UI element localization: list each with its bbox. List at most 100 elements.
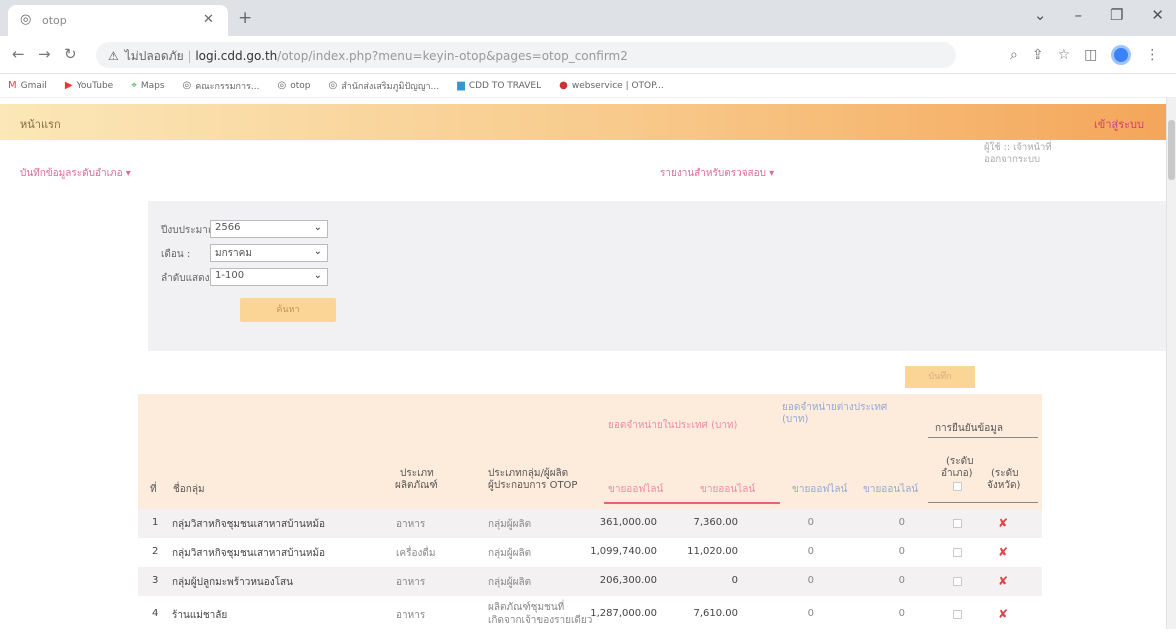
login-link[interactable]: เข้าสู่ระบบ xyxy=(1094,115,1144,133)
user-info: ผู้ใช้ :: เจ้าหน้าที่ ออกจากระบบ xyxy=(984,142,1104,166)
globe-icon: ◎ xyxy=(328,80,338,91)
header-confirm-amphoe: (ระดับ xyxy=(946,456,974,467)
window-controls: ⌄ – ❐ ✕ xyxy=(1034,6,1164,24)
bookmark-gmail[interactable]: M Gmail xyxy=(8,80,47,91)
browser-tab-strip: ◎ otop ✕ + ⌄ – ❐ ✕ xyxy=(0,0,1176,36)
address-bar-row: ← → ↻ ⚠ ไม่ปลอดภัย | logi.cdd.go.th/otop/… xyxy=(0,36,1176,74)
close-tab-icon[interactable]: ✕ xyxy=(203,12,214,27)
new-tab-icon[interactable]: + xyxy=(238,8,252,28)
cell-domestic-offline: 361,000.00 xyxy=(599,517,657,528)
star-icon[interactable]: ☆ xyxy=(1058,47,1071,63)
confirm-amphoe-checkbox[interactable] xyxy=(953,610,962,619)
header-abroad-offline: ขายออฟไลน์ xyxy=(792,484,848,495)
sidepanel-icon[interactable]: ◫ xyxy=(1084,47,1097,63)
save-button[interactable]: บันทึก xyxy=(905,366,975,388)
warning-icon: ⚠ xyxy=(108,49,119,63)
profile-avatar[interactable] xyxy=(1111,45,1132,65)
cell-domestic-offline: 1,099,740.00 xyxy=(590,546,657,557)
cell-entrepreneur: กลุ่มผู้ผลิต xyxy=(488,577,532,588)
url-path: /otop/index.php?menu=keyin-otop&pages=ot… xyxy=(277,49,628,63)
menu-record-amphoe[interactable]: บันทึกข้อมูลระดับอำเภอ ▾ xyxy=(20,166,131,181)
cell-domestic-online: 7,610.00 xyxy=(693,608,738,619)
header-confirm: การยืนยันข้อมูล xyxy=(935,423,1003,434)
confirm-underline xyxy=(928,502,1038,503)
bookmark-webservice[interactable]: ● webservice | OTOP... xyxy=(559,80,664,91)
confirm-amphoe-checkbox[interactable] xyxy=(953,519,962,528)
maps-icon: ⌖ xyxy=(131,80,137,91)
forward-arrow-icon[interactable]: → xyxy=(38,45,51,63)
more-menu-icon[interactable]: ⋮ xyxy=(1145,47,1159,63)
globe-icon: ● xyxy=(559,80,568,91)
reject-x-icon[interactable]: ✘ xyxy=(998,516,1008,530)
reject-x-icon[interactable]: ✘ xyxy=(998,607,1008,621)
bookmark-otop[interactable]: ◎ otop xyxy=(277,80,310,91)
home-link[interactable]: หน้าแรก xyxy=(20,115,61,133)
close-window-icon[interactable]: ✕ xyxy=(1151,6,1164,24)
bookmark-wisdom-office[interactable]: ◎ สำนักส่งเสริมภูมิปัญญา... xyxy=(328,79,439,93)
header-domestic-online: ขายออนไลน์ xyxy=(700,484,756,495)
confirm-amphoe-checkbox[interactable] xyxy=(953,577,962,586)
select-all-checkbox[interactable] xyxy=(953,482,962,491)
page-scrollbar[interactable] xyxy=(1166,98,1176,629)
header-domestic-offline: ขายออฟไลน์ xyxy=(608,484,664,495)
cell-abroad-offline: 0 xyxy=(807,608,814,619)
youtube-icon: ▶ xyxy=(64,80,73,91)
browser-tab[interactable]: ◎ otop ✕ xyxy=(8,5,228,36)
header-confirm-province: (ระดับ xyxy=(991,468,1019,479)
back-arrow-icon[interactable]: ← xyxy=(12,45,25,63)
header-sales-abroad: ยอดจำหน่ายต่างประเทศ xyxy=(782,402,888,413)
logout-link[interactable]: ออกจากระบบ xyxy=(984,154,1104,166)
bookmarks-bar: M Gmail ▶ YouTube ⌖ Maps ◎ คณะกรรมการ... ◎ ot… xyxy=(0,74,1176,98)
cell-abroad-offline: 0 xyxy=(807,546,814,557)
bookmark-cdd-travel[interactable]: ▆ CDD TO TRAVEL xyxy=(457,80,541,91)
globe-icon: ◎ xyxy=(182,80,192,91)
header-entrepreneur-2: ผู้ประกอบการ OTOP xyxy=(488,480,578,491)
folder-icon: ▆ xyxy=(457,80,465,91)
bookmark-maps[interactable]: ⌖ Maps xyxy=(131,80,164,91)
menu-reports[interactable]: รายงานสำหรับตรวจสอบ ▾ xyxy=(660,166,774,181)
url-field[interactable]: ⚠ ไม่ปลอดภัย | logi.cdd.go.th/otop/index.… xyxy=(96,42,956,68)
cell-abroad-online: 0 xyxy=(898,608,905,619)
cell-group: กลุ่มผู้ปลูกมะพร้าวหนองโสน xyxy=(172,577,293,588)
restore-icon[interactable]: ❐ xyxy=(1110,6,1123,24)
chevron-down-icon[interactable]: ⌄ xyxy=(1034,6,1047,24)
header-type-2: ผลิตภัณฑ์ xyxy=(395,480,438,491)
zoom-icon[interactable]: ⌕ xyxy=(1010,47,1018,63)
cell-abroad-online: 0 xyxy=(898,575,905,586)
chevron-down-icon: ⌄ xyxy=(313,270,322,281)
site-header: หน้าแรก เข้าสู่ระบบ xyxy=(0,104,1166,140)
reload-icon[interactable]: ↻ xyxy=(64,45,77,63)
bookmark-youtube[interactable]: ▶ YouTube xyxy=(65,80,113,91)
header-no: ที่ xyxy=(150,484,157,495)
domestic-underline xyxy=(604,502,780,504)
share-icon[interactable]: ⇪ xyxy=(1032,47,1044,63)
year-select[interactable]: 2566 ⌄ xyxy=(210,220,328,238)
month-select[interactable]: มกราคม ⌄ xyxy=(210,244,328,262)
bookmark-committee[interactable]: ◎ คณะกรรมการ... xyxy=(183,79,260,93)
url-warning-text: ไม่ปลอดภัย xyxy=(124,49,184,63)
table-row: 3 กลุ่มผู้ปลูกมะพร้าวหนองโสน อาหาร กลุ่ม… xyxy=(138,567,1042,596)
cell-domestic-online: 7,360.00 xyxy=(693,517,738,528)
minimize-icon[interactable]: – xyxy=(1074,6,1082,24)
cell-entrepreneur-2: เกิดจากเจ้าของรายเดียว xyxy=(488,615,593,626)
month-label: เดือน : xyxy=(161,249,191,260)
header-group: ชื่อกลุ่ม xyxy=(173,484,205,495)
cell-abroad-online: 0 xyxy=(898,517,905,528)
table-row: 1 กลุ่มวิสาหกิจชุมชนเสาหาสบ้านหม้อ อาหาร… xyxy=(138,509,1042,538)
order-select[interactable]: 1-100 ⌄ xyxy=(210,268,328,286)
header-divider xyxy=(928,437,1038,438)
reject-x-icon[interactable]: ✘ xyxy=(998,545,1008,559)
cell-group: กลุ่มวิสาหกิจชุมชนเสาหาสบ้านหม้อ xyxy=(172,519,326,530)
table-row: 4 ร้านแม่ชาลัย อาหาร ผลิตภัณฑ์ชุมชนที่ เ… xyxy=(138,596,1042,632)
reject-x-icon[interactable]: ✘ xyxy=(998,574,1008,588)
cell-abroad-offline: 0 xyxy=(807,517,814,528)
confirm-amphoe-checkbox[interactable] xyxy=(953,548,962,557)
url-host: logi.cdd.go.th xyxy=(195,49,278,63)
chevron-down-icon: ⌄ xyxy=(313,222,322,233)
header-abroad-online: ขายออนไลน์ xyxy=(863,484,919,495)
cell-type: อาหาร xyxy=(396,610,426,621)
table-row: 2 กลุ่มวิสาหกิจชุมชนเสาหาสบ้านหม้อ เครื่… xyxy=(138,538,1042,567)
scrollbar-thumb[interactable] xyxy=(1168,120,1175,180)
search-button[interactable]: ค้นหา xyxy=(240,298,336,322)
header-type: ประเภท xyxy=(400,468,434,479)
